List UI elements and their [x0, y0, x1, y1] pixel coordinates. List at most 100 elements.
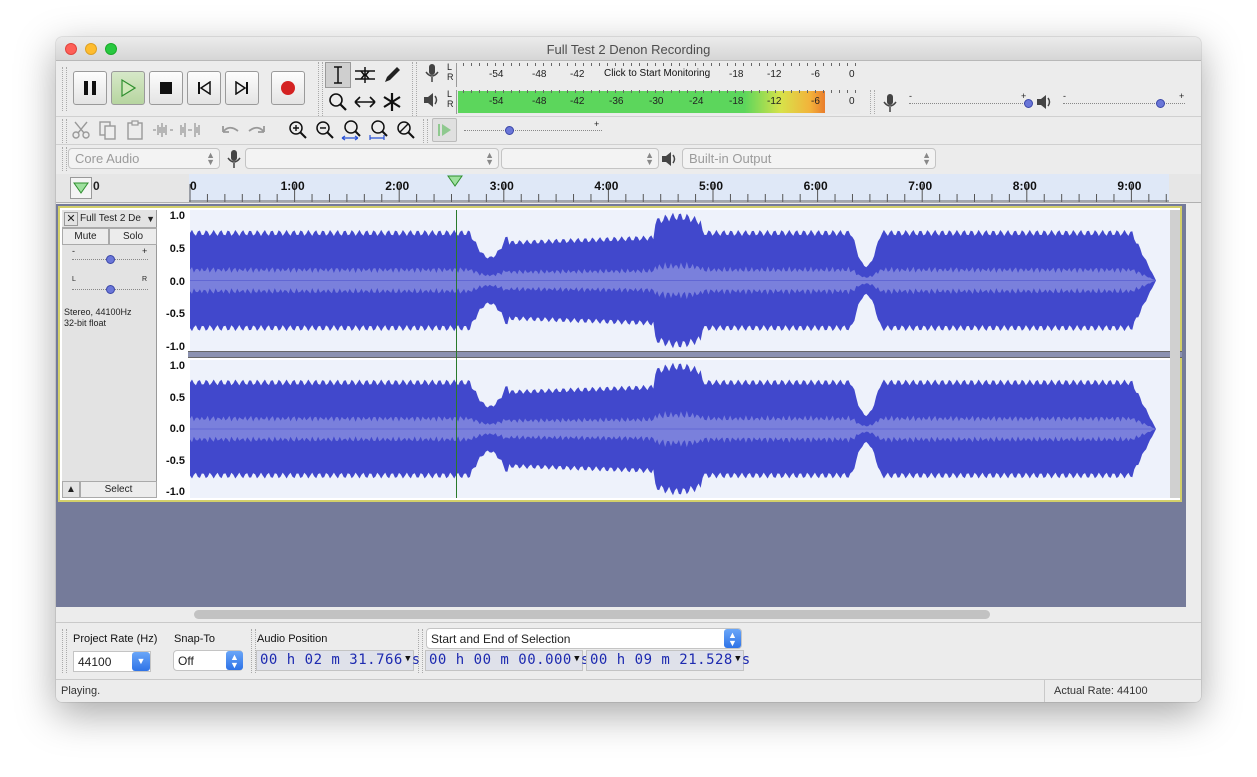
left-channel-waveform[interactable]: [190, 210, 1176, 351]
fit-selection-button[interactable]: [339, 118, 364, 142]
play-at-speed-button[interactable]: [432, 118, 457, 142]
project-rate-dropdown[interactable]: ▼: [132, 652, 150, 671]
channel-separator: [188, 351, 1182, 358]
input-volume-thumb[interactable]: [1024, 99, 1033, 108]
selection-toolbar: Project Rate (Hz) 44100 ▼ Snap-To Off ▲ ▼…: [56, 622, 1201, 679]
playback-device-select[interactable]: Built-in Output ▲ ▼: [682, 148, 936, 169]
play-meter-button[interactable]: [419, 88, 444, 112]
ruler-tick-label: 6:00: [804, 179, 828, 193]
play-at-speed-grip[interactable]: [423, 119, 428, 143]
stop-button[interactable]: [149, 71, 183, 105]
zoom-in-button[interactable]: [285, 118, 310, 142]
playback-meter[interactable]: -54 -48 -42 -36 -30 -24 -18 -12 -6 0: [456, 90, 860, 114]
output-volume-icon: [1036, 93, 1054, 114]
meter-scale-label: -54: [489, 96, 504, 107]
meter-scale-label: -48: [532, 96, 547, 107]
play-head-marker[interactable]: [447, 175, 463, 190]
record-meter-prompt: Click to Start Monitoring: [602, 68, 713, 79]
collapse-track-button[interactable]: ▲: [62, 481, 80, 498]
pan-slider[interactable]: L R: [72, 276, 150, 296]
play-button[interactable]: [111, 71, 145, 105]
envelope-tool[interactable]: [352, 62, 378, 88]
draw-tool[interactable]: [379, 62, 405, 88]
audio-track[interactable]: ✕ Full Test 2 De ▼ Mute Solo - + L R Ste…: [58, 206, 1182, 502]
timeline-ruler[interactable]: 0 0 1:00 2:00 3:00 4:00 5:00 6:00 7:00 8:00 9:00: [56, 174, 1201, 203]
meter-scale-label: 0: [849, 69, 855, 80]
cut-button[interactable]: [68, 118, 93, 142]
close-track-button[interactable]: ✕: [64, 212, 78, 226]
horizontal-scrollbar[interactable]: [194, 610, 990, 619]
device-grip[interactable]: [62, 147, 67, 171]
amplitude-label: -1.0: [166, 341, 185, 353]
meter-grip[interactable]: [412, 62, 417, 116]
snap-to-dropdown[interactable]: ▲ ▼: [226, 651, 243, 670]
undo-button[interactable]: [217, 118, 242, 142]
selection-end-time[interactable]: 00 h 09 m 21.528 s ▼: [586, 650, 750, 671]
meter-scale-label: 0: [849, 96, 855, 107]
zoom-tool[interactable]: [325, 89, 351, 115]
edit-grip[interactable]: [62, 119, 67, 143]
solo-button[interactable]: Solo: [109, 228, 157, 245]
play-at-speed-slider[interactable]: +: [464, 119, 604, 137]
fit-project-button[interactable]: [366, 118, 391, 142]
ruler-tick-label: 4:00: [594, 179, 618, 193]
record-meter-button[interactable]: [419, 61, 444, 85]
track-control-panel[interactable]: ✕ Full Test 2 De ▼ Mute Solo - + L R Ste…: [62, 210, 157, 498]
multi-tool[interactable]: [379, 89, 405, 115]
zoom-out-button[interactable]: [312, 118, 337, 142]
meter-scale-label: -48: [532, 69, 547, 80]
output-volume-slider[interactable]: - +: [1063, 91, 1187, 109]
select-track-button[interactable]: Select: [80, 481, 157, 498]
track-end-region: [1170, 210, 1180, 498]
track-panel[interactable]: ✕ Full Test 2 De ▼ Mute Solo - + L R Ste…: [56, 204, 1186, 607]
toolbar-grip[interactable]: [62, 67, 67, 111]
gain-slider[interactable]: - +: [72, 246, 150, 266]
time-shift-tool[interactable]: [352, 89, 378, 115]
selection-tool[interactable]: [325, 62, 351, 88]
vertical-scrollbar[interactable]: [1186, 204, 1201, 607]
tools-grip[interactable]: [318, 62, 323, 116]
right-channel-waveform[interactable]: [190, 360, 1176, 498]
record-meter[interactable]: Click to Start Monitoring -54 -48 -42 -18 -1…: [456, 63, 860, 87]
play-at-speed-thumb[interactable]: [505, 126, 514, 135]
undo-icon: [221, 126, 239, 133]
dropdown-arrow-icon: ▼: [735, 654, 741, 664]
trim-audio-icon: [152, 123, 173, 137]
selection-grip[interactable]: [418, 629, 423, 673]
track-name-menu[interactable]: Full Test 2 De ▼: [80, 212, 156, 226]
redo-button[interactable]: [244, 118, 269, 142]
mute-button[interactable]: Mute: [62, 228, 109, 245]
paste-button[interactable]: [122, 118, 147, 142]
redo-icon: [247, 126, 265, 133]
i-beam-icon: [334, 66, 342, 84]
audio-host-select[interactable]: Core Audio ▲ ▼: [68, 148, 220, 169]
selection-start-time[interactable]: 00 h 00 m 00.000 s ▼: [425, 650, 589, 671]
chevron-down-icon: ▼: [136, 656, 146, 666]
gain-thumb[interactable]: [106, 255, 115, 264]
record-button[interactable]: [271, 71, 305, 105]
meter-scale-label: -12: [767, 69, 782, 80]
selection-toolbar-grip[interactable]: [62, 629, 67, 673]
recording-channels-select[interactable]: ▲ ▼: [501, 148, 659, 169]
silence-button[interactable]: [177, 118, 202, 142]
pan-thumb[interactable]: [106, 285, 115, 294]
selection-mode-select[interactable]: Start and End of Selection: [426, 628, 742, 649]
ruler-timeline[interactable]: 0 1:00 2:00 3:00 4:00 5:00 6:00 7:00 8:00 9:00: [189, 174, 1169, 202]
ruler-tick-label: 8:00: [1013, 179, 1037, 193]
zoom-toggle-icon: [396, 121, 415, 139]
input-volume-slider[interactable]: - +: [909, 91, 1033, 109]
recording-device-select[interactable]: ▲ ▼: [245, 148, 499, 169]
speaker-icon: [423, 93, 437, 107]
mixer-grip[interactable]: [870, 90, 875, 114]
skip-to-end-button[interactable]: [225, 71, 259, 105]
zoom-toggle-button[interactable]: [393, 118, 418, 142]
audio-position-time[interactable]: 00 h 02 m 31.766 s ▼: [256, 650, 420, 671]
double-arrow-icon: [354, 96, 376, 108]
skip-to-start-button[interactable]: [187, 71, 221, 105]
trim-button[interactable]: [150, 118, 175, 142]
output-volume-thumb[interactable]: [1156, 99, 1165, 108]
selection-mode-dropdown[interactable]: ▲ ▼: [724, 629, 741, 648]
timeline-options-button[interactable]: [70, 177, 92, 199]
copy-button[interactable]: [95, 118, 120, 142]
pause-button[interactable]: [73, 71, 107, 105]
